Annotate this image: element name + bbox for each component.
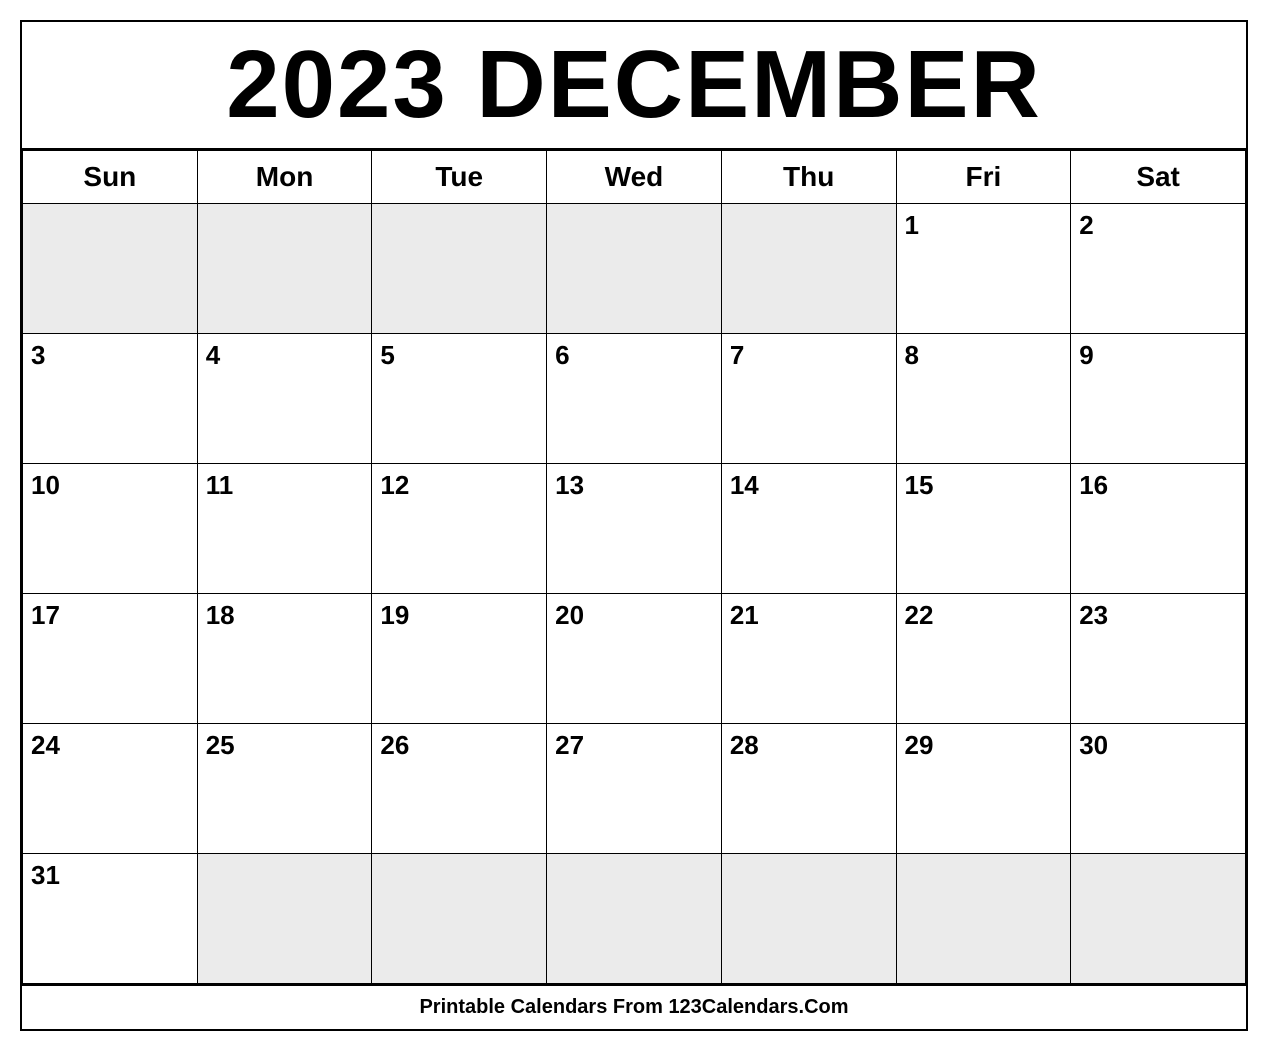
calendar-day-cell: 16: [1071, 463, 1246, 593]
calendar-day-cell: [547, 853, 722, 983]
calendar-day-cell: 31: [23, 853, 198, 983]
day-headers-row: SunMonTueWedThuFriSat: [23, 150, 1246, 203]
calendar-day-cell: [372, 203, 547, 333]
calendar-day-cell: 30: [1071, 723, 1246, 853]
calendar-week-row: 3456789: [23, 333, 1246, 463]
calendar-day-cell: 4: [197, 333, 372, 463]
calendar-day-cell: 17: [23, 593, 198, 723]
footer-brand: 123Calendars.Com: [668, 996, 848, 1018]
calendar-week-row: 17181920212223: [23, 593, 1246, 723]
calendar-day-cell: 6: [547, 333, 722, 463]
calendar-day-cell: 23: [1071, 593, 1246, 723]
calendar-day-cell: 18: [197, 593, 372, 723]
calendar-day-cell: [1071, 853, 1246, 983]
calendar-day-cell: 12: [372, 463, 547, 593]
day-header-wed: Wed: [547, 150, 722, 203]
calendar-day-cell: [721, 853, 896, 983]
calendar-day-cell: [896, 853, 1071, 983]
calendar-day-cell: 1: [896, 203, 1071, 333]
calendar-week-row: 10111213141516: [23, 463, 1246, 593]
calendar-day-cell: 15: [896, 463, 1071, 593]
calendar-day-cell: 22: [896, 593, 1071, 723]
calendar-day-cell: 5: [372, 333, 547, 463]
footer-text: Printable Calendars From: [419, 996, 668, 1018]
day-header-thu: Thu: [721, 150, 896, 203]
calendar-day-cell: 20: [547, 593, 722, 723]
calendar-day-cell: 2: [1071, 203, 1246, 333]
calendar-footer: Printable Calendars From 123Calendars.Co…: [22, 984, 1246, 1029]
calendar-grid: SunMonTueWedThuFriSat 123456789101112131…: [22, 150, 1246, 984]
calendar-day-cell: 13: [547, 463, 722, 593]
day-header-mon: Mon: [197, 150, 372, 203]
calendar-day-cell: 9: [1071, 333, 1246, 463]
calendar-container: 2023 DECEMBER SunMonTueWedThuFriSat 1234…: [20, 20, 1248, 1031]
calendar-week-row: 12: [23, 203, 1246, 333]
day-header-tue: Tue: [372, 150, 547, 203]
calendar-week-row: 31: [23, 853, 1246, 983]
day-header-sat: Sat: [1071, 150, 1246, 203]
calendar-day-cell: 7: [721, 333, 896, 463]
calendar-day-cell: [721, 203, 896, 333]
calendar-title: 2023 DECEMBER: [22, 22, 1246, 150]
day-header-sun: Sun: [23, 150, 198, 203]
calendar-day-cell: [547, 203, 722, 333]
calendar-day-cell: 3: [23, 333, 198, 463]
calendar-week-row: 24252627282930: [23, 723, 1246, 853]
calendar-day-cell: [23, 203, 198, 333]
calendar-day-cell: 26: [372, 723, 547, 853]
day-header-fri: Fri: [896, 150, 1071, 203]
calendar-day-cell: 8: [896, 333, 1071, 463]
calendar-day-cell: 11: [197, 463, 372, 593]
calendar-day-cell: 24: [23, 723, 198, 853]
calendar-day-cell: 14: [721, 463, 896, 593]
calendar-day-cell: 27: [547, 723, 722, 853]
calendar-day-cell: 10: [23, 463, 198, 593]
calendar-day-cell: [197, 853, 372, 983]
calendar-day-cell: 29: [896, 723, 1071, 853]
calendar-day-cell: [372, 853, 547, 983]
calendar-day-cell: [197, 203, 372, 333]
calendar-day-cell: 28: [721, 723, 896, 853]
calendar-day-cell: 21: [721, 593, 896, 723]
calendar-day-cell: 19: [372, 593, 547, 723]
calendar-day-cell: 25: [197, 723, 372, 853]
